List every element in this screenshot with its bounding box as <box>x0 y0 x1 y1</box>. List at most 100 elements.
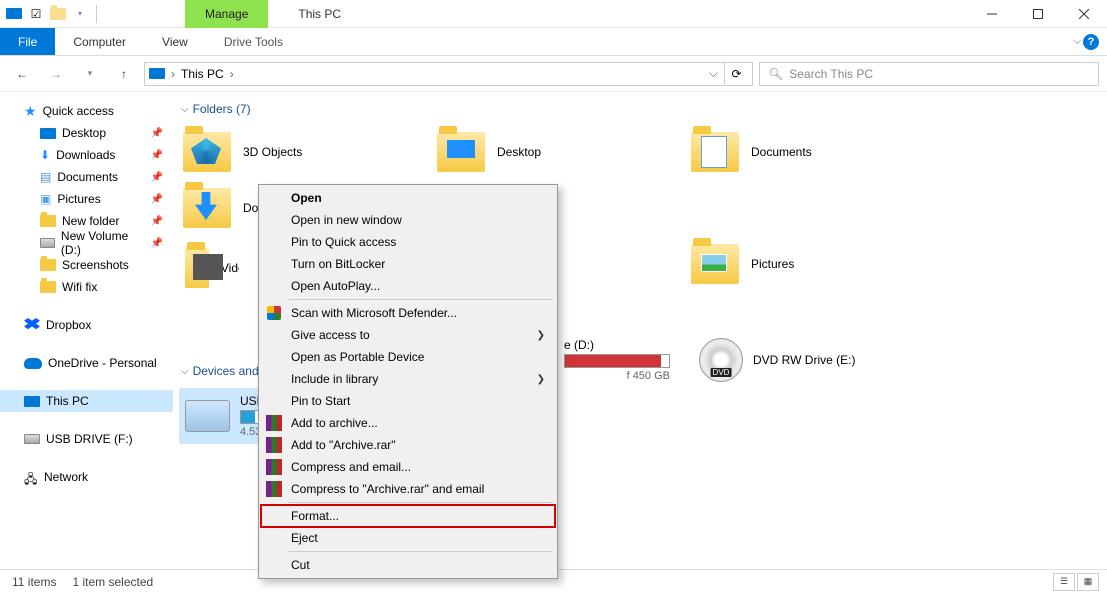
status-item-count: 11 items <box>12 575 56 589</box>
pc-icon <box>24 396 40 407</box>
context-menu-item[interactable]: Give access to <box>261 324 555 346</box>
address-segment[interactable]: This PC <box>181 67 224 81</box>
context-menu: OpenOpen in new windowPin to Quick acces… <box>258 184 558 579</box>
folder-3d-objects[interactable]: 3D Objects <box>177 124 431 180</box>
context-menu-item[interactable]: Eject <box>261 527 555 549</box>
sidebar-item-screenshots[interactable]: Screenshots <box>0 254 173 276</box>
onedrive-icon <box>24 358 42 369</box>
context-menu-item[interactable]: Cut <box>261 554 555 576</box>
context-menu-item[interactable]: Turn on BitLocker <box>261 253 555 275</box>
drive-usb-f[interactable]: USB DRIVE (F:)4.53 GB free of ... <box>179 388 264 444</box>
rar-icon <box>265 414 283 432</box>
sidebar-item-pictures[interactable]: ▣Pictures📌 <box>0 188 173 210</box>
search-input[interactable]: 🔍︎ Search This PC <box>759 62 1099 86</box>
qat-newfolder-icon[interactable] <box>48 4 68 24</box>
documents-icon: ▤ <box>40 170 51 184</box>
nav-back-button[interactable]: ← <box>8 60 36 88</box>
nav-recent-dropdown[interactable]: ▾ <box>76 60 104 88</box>
network-icon: 🖧 <box>24 470 38 484</box>
context-menu-item[interactable]: Scan with Microsoft Defender... <box>261 302 555 324</box>
search-placeholder: Search This PC <box>789 67 873 81</box>
sidebar-this-pc[interactable]: This PC <box>0 390 173 412</box>
ribbon-tab-view[interactable]: View <box>144 28 206 55</box>
ribbon-tab-drive-tools[interactable]: Drive Tools <box>206 28 301 55</box>
context-menu-item[interactable]: Include in library <box>261 368 555 390</box>
pin-icon: 📌 <box>151 194 163 205</box>
ribbon-collapse-chevron[interactable]: ⌵ <box>1073 36 1081 47</box>
usb-icon <box>24 434 40 444</box>
folder-videos[interactable]: Videos <box>179 240 239 296</box>
context-menu-item[interactable]: Open <box>261 187 555 209</box>
close-button[interactable] <box>1061 0 1107 28</box>
folder-icon <box>691 132 739 172</box>
context-menu-item[interactable]: Add to "Archive.rar" <box>261 434 555 456</box>
context-menu-item[interactable]: Add to archive... <box>261 412 555 434</box>
refresh-button[interactable]: ⟳ <box>724 62 748 86</box>
qat-pc-icon[interactable] <box>4 4 24 24</box>
folder-documents[interactable]: Documents <box>685 124 939 180</box>
folder-icon <box>40 259 56 271</box>
drive-icon <box>40 238 55 248</box>
pin-icon: 📌 <box>151 128 163 139</box>
sidebar-item-downloads[interactable]: ⬇Downloads📌 <box>0 144 173 166</box>
pin-icon: 📌 <box>151 150 163 161</box>
context-menu-item[interactable]: Format... <box>261 505 555 527</box>
folder-icon <box>183 132 231 172</box>
ribbon-tab-computer[interactable]: Computer <box>55 28 144 55</box>
maximize-button[interactable] <box>1015 0 1061 28</box>
folder-icon <box>40 215 56 227</box>
address-root-chevron[interactable]: › <box>171 67 175 81</box>
context-menu-item[interactable]: Compress and email... <box>261 456 555 478</box>
ribbon-context-tab-manage[interactable]: Manage <box>185 0 268 28</box>
rar-icon <box>265 436 283 454</box>
folder-icon <box>40 281 56 293</box>
usb-drive-icon <box>185 400 230 432</box>
view-large-icons-button[interactable]: ▦ <box>1077 573 1099 591</box>
context-menu-item[interactable]: Compress to "Archive.rar" and email <box>261 478 555 500</box>
chevron-down-icon: ⌵ <box>181 366 189 377</box>
sidebar-onedrive[interactable]: OneDrive - Personal <box>0 352 173 374</box>
help-icon[interactable]: ? <box>1083 34 1099 50</box>
chevron-down-icon: ⌵ <box>181 104 189 115</box>
dropbox-icon <box>24 318 40 332</box>
sidebar-item-desktop[interactable]: Desktop📌 <box>0 122 173 144</box>
sidebar-item-wififix[interactable]: Wifi fix <box>0 276 173 298</box>
sidebar-network[interactable]: 🖧Network <box>0 466 173 488</box>
context-menu-item[interactable]: Open as Portable Device <box>261 346 555 368</box>
qat-properties-icon[interactable]: ☑ <box>26 4 46 24</box>
folder-pictures[interactable]: Pictures <box>685 236 939 292</box>
rar-icon <box>265 480 283 498</box>
ribbon-tab-file[interactable]: File <box>0 28 55 55</box>
search-icon: 🔍︎ <box>768 67 783 81</box>
view-details-button[interactable]: ☰ <box>1053 573 1075 591</box>
nav-up-button[interactable]: ↑ <box>110 60 138 88</box>
sidebar-quick-access[interactable]: ★Quick access <box>0 100 173 122</box>
pin-icon: 📌 <box>151 172 163 183</box>
folder-icon <box>183 188 231 228</box>
status-selection-count: 1 item selected <box>72 575 153 589</box>
minimize-button[interactable] <box>969 0 1015 28</box>
context-menu-item[interactable]: Pin to Quick access <box>261 231 555 253</box>
qat-dropdown[interactable]: ▾ <box>70 4 90 24</box>
folder-icon <box>185 248 209 288</box>
window-title: This PC <box>298 7 341 21</box>
context-menu-item[interactable]: Pin to Start <box>261 390 555 412</box>
folder-icon <box>437 132 485 172</box>
sidebar-usb-drive[interactable]: USB DRIVE (F:) <box>0 428 173 450</box>
sidebar-dropbox[interactable]: Dropbox <box>0 314 173 336</box>
context-menu-item[interactable]: Open AutoPlay... <box>261 275 555 297</box>
address-pc-icon <box>149 68 165 79</box>
address-chevron[interactable]: › <box>230 67 234 81</box>
drive-dvd-e[interactable]: DVD DVD RW Drive (E:) <box>693 332 947 388</box>
folder-icon <box>691 244 739 284</box>
folder-desktop[interactable]: Desktop <box>431 124 685 180</box>
sidebar-item-documents[interactable]: ▤Documents📌 <box>0 166 173 188</box>
address-bar[interactable]: › This PC › ⌵ ⟳ <box>144 62 753 86</box>
rar-icon <box>265 458 283 476</box>
desktop-icon <box>40 128 56 139</box>
section-folders-header[interactable]: ⌵Folders (7) <box>181 102 1107 116</box>
sidebar-item-newvolume[interactable]: New Volume (D:)📌 <box>0 232 173 254</box>
dvd-icon: DVD <box>699 338 743 382</box>
address-history-dropdown[interactable]: ⌵ <box>709 66 718 81</box>
context-menu-item[interactable]: Open in new window <box>261 209 555 231</box>
